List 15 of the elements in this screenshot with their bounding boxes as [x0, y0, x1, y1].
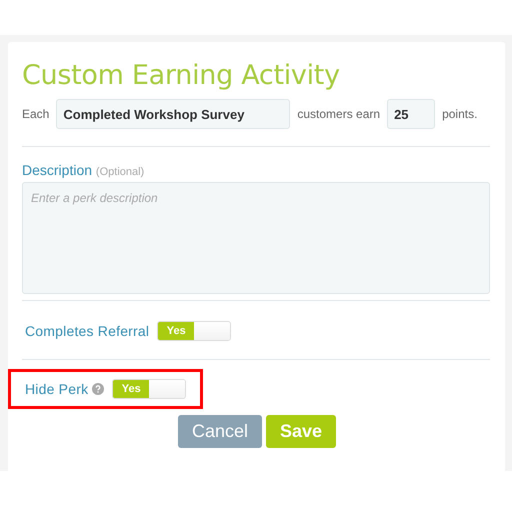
- toggle-label: Completes Referral: [25, 323, 150, 339]
- help-icon[interactable]: [92, 383, 104, 395]
- earn-label: customers earn: [297, 107, 380, 121]
- toggle-label: Hide Perk: [25, 381, 88, 397]
- page-title: Custom Earning Activity: [22, 60, 341, 91]
- earn-label: points.: [442, 107, 478, 121]
- toggle-switch[interactable]: Yes: [157, 321, 232, 341]
- save-button[interactable]: Save: [266, 415, 336, 448]
- description-field[interactable]: Enter a perk description: [22, 182, 490, 294]
- earn-label: Each: [22, 107, 50, 121]
- activity-field[interactable]: Completed Workshop Survey: [56, 99, 290, 129]
- description-label: Description (Optional): [22, 162, 146, 178]
- cancel-button[interactable]: Cancel: [178, 415, 262, 448]
- points-field[interactable]: 25: [387, 99, 436, 129]
- toggle-switch[interactable]: Yes: [112, 379, 186, 399]
